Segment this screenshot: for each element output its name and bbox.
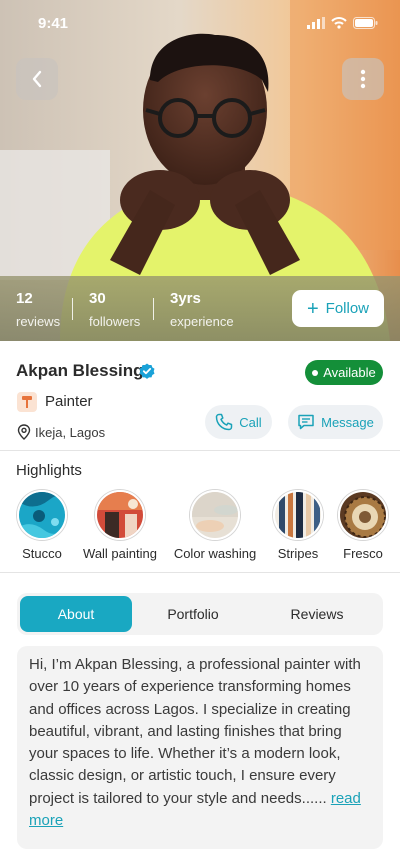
stat-label: reviews	[16, 314, 61, 329]
highlight-stucco[interactable]: Stucco	[17, 490, 67, 561]
plus-icon: +	[306, 297, 319, 320]
follow-button[interactable]: + Follow	[292, 290, 384, 327]
back-button[interactable]	[16, 58, 58, 100]
hero-section: 9:41 12 reviews 30 followers 3yrs experi…	[0, 0, 400, 341]
highlights-title: Highlights	[16, 462, 82, 479]
status-bar: 9:41	[0, 0, 400, 46]
highlight-color-washing[interactable]: Color washing	[174, 490, 256, 561]
stat-value: 30	[89, 290, 106, 307]
section-divider	[0, 572, 400, 573]
highlight-wall-painting[interactable]: Wall painting	[83, 490, 157, 561]
status-time: 9:41	[38, 14, 69, 32]
stat-experience: 3yrs experience	[170, 290, 234, 329]
call-label: Call	[239, 414, 262, 430]
call-button[interactable]: Call	[205, 405, 272, 439]
wifi-icon	[331, 17, 347, 29]
highlight-thumbnail	[190, 490, 240, 540]
chat-icon	[298, 414, 314, 430]
stat-label: experience	[170, 314, 234, 329]
stat-followers: 30 followers	[89, 290, 140, 329]
phone-icon	[216, 413, 233, 431]
more-vertical-icon	[360, 69, 366, 89]
stat-divider	[153, 298, 154, 320]
tab-about[interactable]: About	[20, 596, 132, 632]
stat-value: 3yrs	[170, 290, 201, 307]
highlight-label: Wall painting	[83, 546, 157, 561]
chevron-left-icon	[32, 70, 42, 88]
verified-badge-icon	[139, 363, 155, 379]
profile-location: Ikeja, Lagos	[35, 425, 106, 440]
paint-roller-icon	[17, 392, 37, 412]
tab-portfolio[interactable]: Portfolio	[137, 596, 249, 632]
battery-icon	[353, 17, 378, 29]
follow-label: Follow	[325, 300, 370, 317]
highlight-thumbnail	[95, 490, 145, 540]
highlight-thumbnail	[17, 490, 67, 540]
signal-icon	[307, 17, 325, 29]
status-dot	[312, 369, 319, 376]
stat-label: followers	[89, 314, 141, 329]
highlight-fresco[interactable]: Fresco	[338, 490, 388, 561]
highlight-thumbnail	[338, 490, 388, 540]
location-pin-icon	[17, 424, 31, 440]
more-options-button[interactable]	[342, 58, 384, 100]
profile-name: Akpan Blessing	[16, 361, 144, 380]
highlight-label: Fresco	[343, 546, 383, 561]
message-label: Message	[321, 414, 374, 430]
tab-reviews[interactable]: Reviews	[261, 596, 373, 632]
highlight-label: Stucco	[22, 546, 62, 561]
stats-bar: 12 reviews 30 followers 3yrs experience …	[0, 276, 400, 341]
stat-divider	[72, 298, 73, 320]
profile-tabs: About Portfolio Reviews	[17, 593, 383, 635]
profile-role: Painter	[45, 393, 93, 410]
highlight-label: Stripes	[277, 546, 319, 561]
stat-value: 12	[16, 290, 33, 307]
about-card: Hi, I’m Akpan Blessing, a professional p…	[17, 646, 383, 849]
availability-badge: Available	[305, 360, 383, 385]
message-button[interactable]: Message	[288, 405, 383, 439]
about-text: Hi, I’m Akpan Blessing, a professional p…	[29, 656, 361, 807]
section-divider	[0, 450, 400, 451]
status-icons	[307, 17, 378, 29]
highlight-label: Color washing	[173, 546, 257, 561]
highlight-thumbnail	[273, 490, 323, 540]
availability-label: Available	[323, 365, 376, 380]
stat-reviews: 12 reviews	[16, 290, 60, 329]
highlight-stripes[interactable]: Stripes	[273, 490, 323, 561]
